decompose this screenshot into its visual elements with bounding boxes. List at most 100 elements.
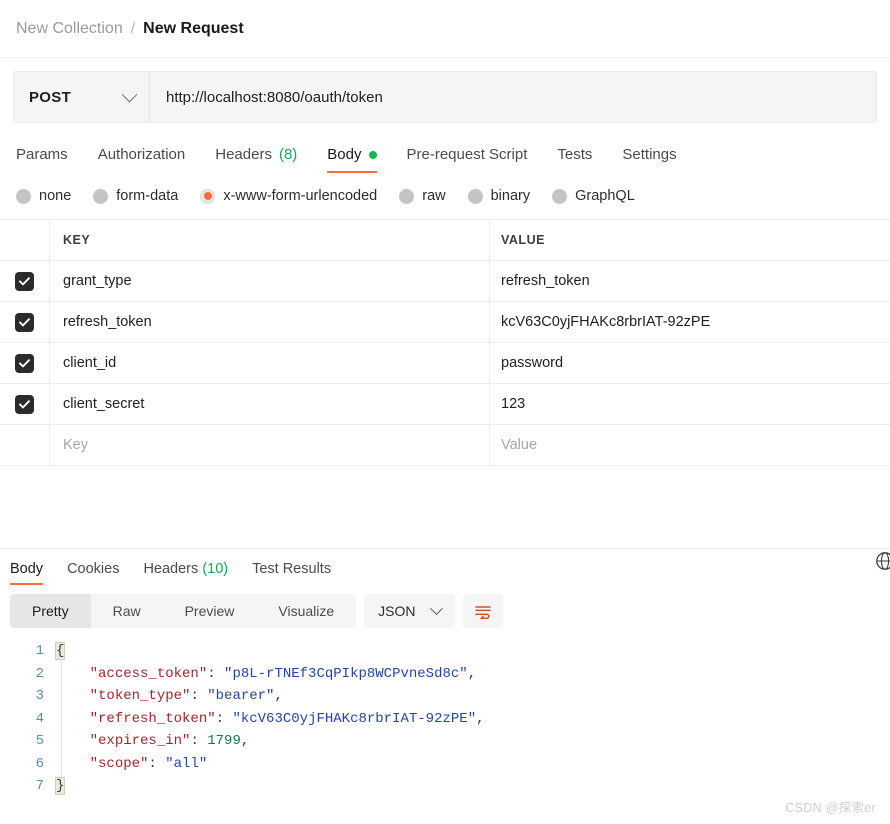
response-tab-body[interactable]: Body bbox=[10, 561, 44, 585]
view-mode-pretty[interactable]: Pretty bbox=[10, 594, 91, 628]
code-line-7: } bbox=[54, 775, 890, 798]
breadcrumb-request-name[interactable]: New Request bbox=[143, 20, 243, 38]
body-type-binary-label: binary bbox=[490, 188, 531, 204]
view-mode-preview[interactable]: Preview bbox=[163, 594, 257, 628]
row-value-input[interactable]: 123 bbox=[490, 384, 890, 424]
code-line-2: "access_token": "p8L-rTNEf3CqPIkp8WCPvne… bbox=[56, 663, 890, 686]
tab-params[interactable]: Params bbox=[16, 146, 68, 173]
row-checkbox-checked-icon[interactable] bbox=[15, 312, 34, 332]
new-row-value-input[interactable]: Value bbox=[490, 425, 890, 465]
json-value-token-type: "bearer" bbox=[207, 688, 275, 704]
row-value-input[interactable]: refresh_token bbox=[490, 261, 890, 301]
body-type-graphql-label: GraphQL bbox=[575, 188, 635, 204]
response-tab-cookies-label: Cookies bbox=[67, 561, 120, 577]
row-key-input[interactable]: refresh_token bbox=[50, 302, 490, 342]
view-mode-raw[interactable]: Raw bbox=[91, 594, 163, 628]
row-checkbox-cell bbox=[0, 343, 50, 383]
tab-authorization[interactable]: Authorization bbox=[98, 146, 186, 173]
body-type-binary[interactable]: binary bbox=[467, 188, 531, 204]
row-checkbox-checked-icon[interactable] bbox=[15, 271, 34, 291]
row-value-input[interactable]: kcV63C0yjFHAKc8rbrIAT-92zPE bbox=[490, 302, 890, 342]
view-mode-visualize[interactable]: Visualize bbox=[256, 594, 356, 628]
radio-selected-icon bbox=[200, 188, 216, 204]
tab-body[interactable]: Body bbox=[327, 146, 377, 173]
json-value-expires-in: 1799 bbox=[207, 733, 241, 749]
tab-params-label: Params bbox=[16, 146, 68, 163]
radio-icon bbox=[399, 188, 415, 204]
tab-headers-count: (8) bbox=[278, 146, 298, 163]
tab-settings[interactable]: Settings bbox=[622, 146, 676, 173]
table-header-row: KEY VALUE bbox=[0, 220, 890, 261]
word-wrap-icon bbox=[474, 605, 491, 619]
line-number: 1 bbox=[35, 643, 44, 659]
body-type-graphql[interactable]: GraphQL bbox=[552, 188, 635, 204]
line-number: 6 bbox=[35, 755, 44, 772]
url-input[interactable]: http://localhost:8080/oauth/token bbox=[150, 72, 876, 122]
row-checkbox-checked-icon[interactable] bbox=[15, 353, 34, 373]
tab-pre-request-script-label: Pre-request Script bbox=[406, 146, 528, 163]
json-colon: : bbox=[148, 755, 166, 772]
row-value-input[interactable]: password bbox=[490, 343, 890, 383]
tab-pre-request-script[interactable]: Pre-request Script bbox=[407, 146, 528, 173]
row-checkbox-cell bbox=[0, 261, 50, 301]
response-tabs: Body Cookies Headers (10) Test Results bbox=[0, 549, 890, 585]
json-colon: : bbox=[190, 688, 208, 704]
chevron-down-icon bbox=[121, 86, 138, 102]
response-tab-headers-label: Headers bbox=[143, 561, 199, 577]
response-tab-headers-count: (10) bbox=[202, 561, 229, 577]
line-number: 5 bbox=[35, 733, 44, 749]
radio-icon bbox=[93, 188, 109, 204]
json-comma: , bbox=[476, 710, 485, 727]
tab-authorization-label: Authorization bbox=[97, 146, 186, 163]
globe-icon[interactable] bbox=[874, 550, 890, 577]
body-type-form-data[interactable]: form-data bbox=[93, 188, 178, 204]
json-key-access-token: "access_token" bbox=[89, 665, 208, 682]
table-new-row: Key Value bbox=[0, 425, 890, 466]
response-tab-headers[interactable]: Headers (10) bbox=[143, 561, 228, 585]
row-key-input[interactable]: client_secret bbox=[50, 384, 490, 424]
tab-tests[interactable]: Tests bbox=[557, 146, 592, 173]
pane-spacer bbox=[0, 466, 890, 548]
tab-headers-label: Headers bbox=[215, 146, 272, 163]
response-tab-test-results[interactable]: Test Results bbox=[252, 561, 331, 585]
code-line-1: { bbox=[54, 640, 890, 663]
body-type-none-label: none bbox=[39, 188, 72, 204]
table-row: grant_type refresh_token bbox=[0, 261, 890, 302]
json-comma: , bbox=[467, 665, 477, 682]
tab-body-label: Body bbox=[327, 146, 362, 163]
json-close-brace: } bbox=[54, 777, 66, 795]
header-checkbox-cell bbox=[0, 220, 50, 260]
body-type-x-www-form-urlencoded-label: x-www-form-urlencoded bbox=[223, 188, 378, 204]
url-bar: POST http://localhost:8080/oauth/token bbox=[13, 71, 877, 123]
response-tab-test-results-label: Test Results bbox=[252, 561, 332, 577]
json-key-token-type: "token_type" bbox=[89, 688, 191, 704]
http-method-dropdown[interactable]: POST bbox=[14, 72, 150, 122]
request-tabs: Params Authorization Headers (8) Body Pr… bbox=[0, 133, 890, 173]
line-number-gutter: 1 2 3 4 5 6 7 bbox=[0, 640, 56, 798]
code-line-6: "scope": "all" bbox=[56, 753, 890, 776]
column-header-key: KEY bbox=[50, 220, 490, 260]
word-wrap-button[interactable] bbox=[462, 594, 503, 628]
body-params-table: KEY VALUE grant_type refresh_token refre… bbox=[0, 219, 890, 466]
response-format-label: JSON bbox=[378, 603, 416, 619]
row-checkbox-cell bbox=[0, 384, 50, 424]
response-tab-body-label: Body bbox=[10, 561, 44, 577]
breadcrumb-collection[interactable]: New Collection bbox=[16, 20, 123, 38]
code-line-3: "token_type": "bearer", bbox=[56, 685, 890, 708]
new-row-key-input[interactable]: Key bbox=[50, 425, 490, 465]
line-number: 7 bbox=[35, 778, 44, 794]
json-key-refresh-token: "refresh_token" bbox=[89, 710, 216, 727]
code-content[interactable]: { "access_token": "p8L-rTNEf3CqPIkp8WCPv… bbox=[54, 640, 890, 798]
json-comma: , bbox=[240, 733, 250, 749]
body-type-raw[interactable]: raw bbox=[399, 188, 446, 204]
body-type-x-www-form-urlencoded[interactable]: x-www-form-urlencoded bbox=[200, 188, 377, 204]
code-line-5: "expires_in": 1799, bbox=[56, 730, 890, 753]
response-body-code-viewer: 1 2 3 4 5 6 7 { "access_token": "p8L-rTN… bbox=[0, 640, 890, 798]
body-type-none[interactable]: none bbox=[16, 188, 71, 204]
tab-headers[interactable]: Headers (8) bbox=[215, 146, 297, 173]
response-format-dropdown[interactable]: JSON bbox=[364, 594, 455, 628]
row-key-input[interactable]: client_id bbox=[50, 343, 490, 383]
row-checkbox-checked-icon[interactable] bbox=[15, 394, 34, 414]
response-tab-cookies[interactable]: Cookies bbox=[67, 561, 119, 585]
row-key-input[interactable]: grant_type bbox=[50, 261, 490, 301]
